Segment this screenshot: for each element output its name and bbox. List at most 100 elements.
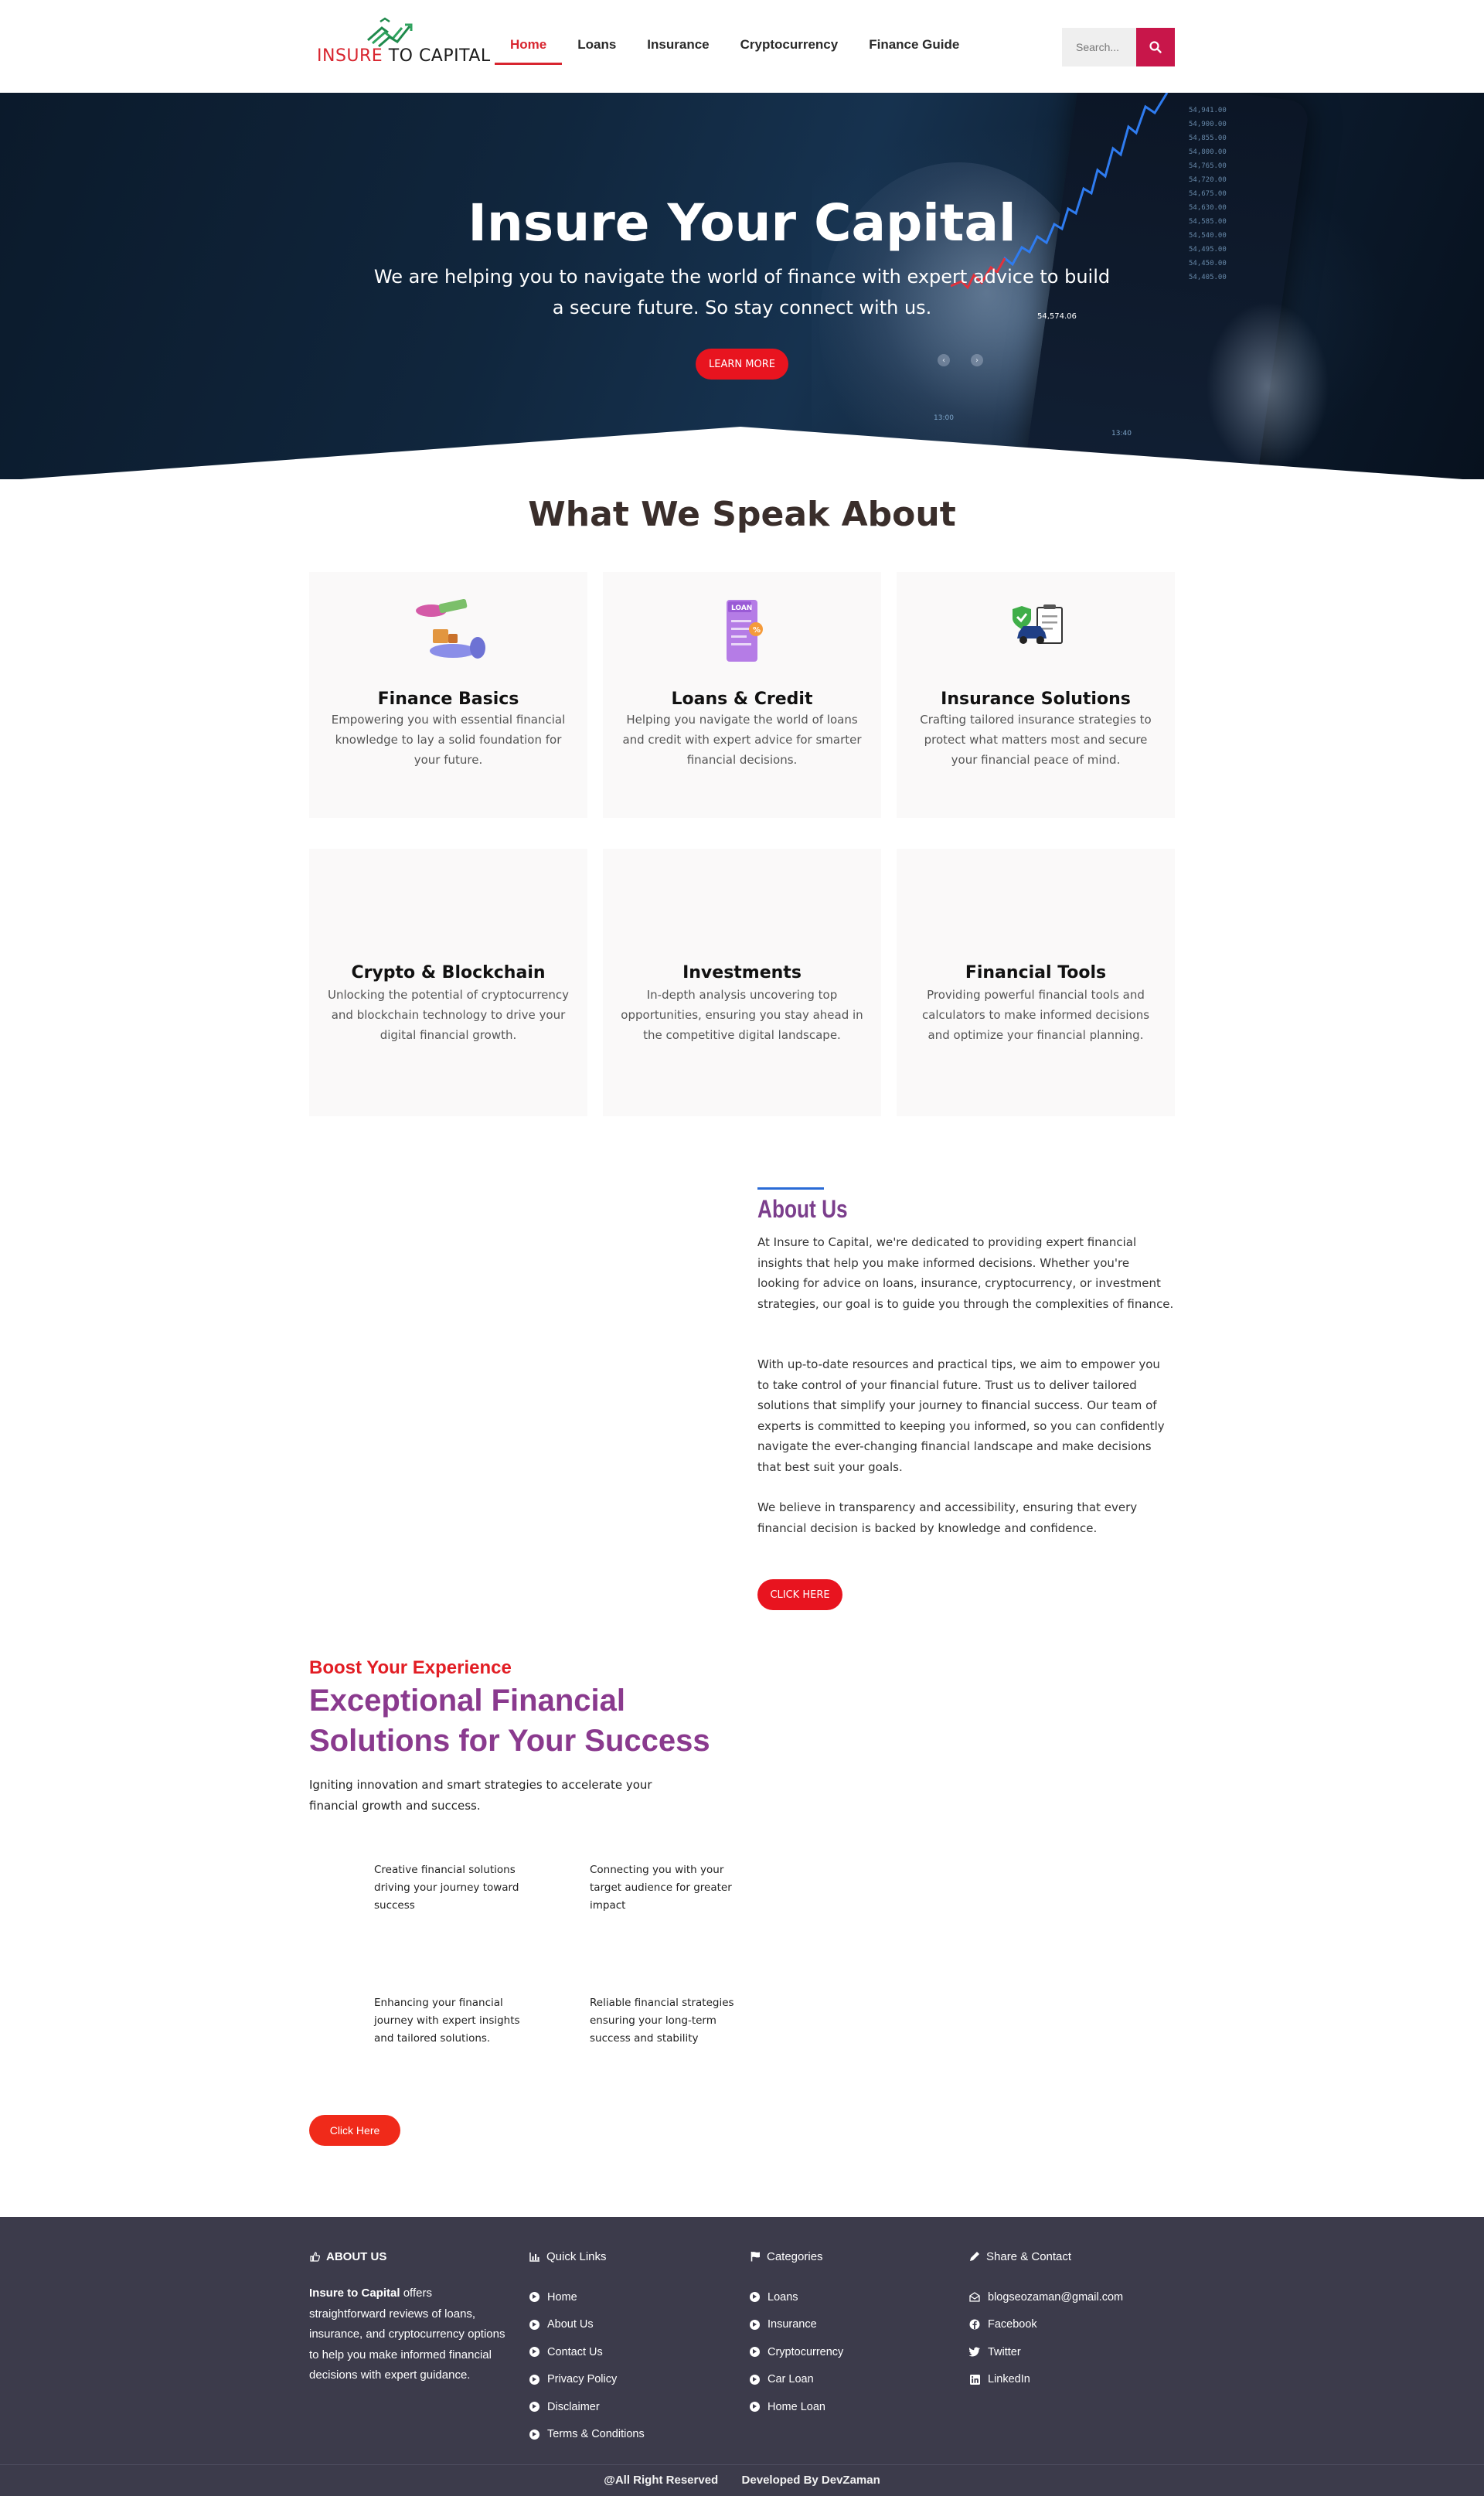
- footer-categories-column: Categories Loans Insurance Cryptocurrenc…: [750, 2249, 951, 2421]
- footer-contact-linkedin[interactable]: LinkedIn: [969, 2366, 1170, 2394]
- loan-icon-label: LOAN: [731, 604, 752, 612]
- footer-link-label: blogseozaman@gmail.com: [988, 2290, 1124, 2304]
- about-click-here-button[interactable]: CLICK HERE: [757, 1579, 842, 1610]
- site-logo[interactable]: INSURE TO CAPITAL: [315, 15, 490, 76]
- footer-brand: Insure to Capital: [309, 2287, 400, 2300]
- hero-title: Insure Your Capital: [468, 193, 1016, 253]
- footer-quick-links-heading: Quick Links: [529, 2249, 730, 2263]
- search-button[interactable]: [1136, 28, 1175, 66]
- circle-arrow-icon: [750, 2374, 760, 2385]
- footer-contact-email[interactable]: blogseozaman@gmail.com: [969, 2283, 1170, 2311]
- topic-card-financial-tools[interactable]: Financial Tools Providing powerful finan…: [897, 849, 1175, 1116]
- footer-link-label: LinkedIn: [988, 2373, 1030, 2386]
- copyright-text: @All Right Reserved: [604, 2474, 719, 2487]
- footer-category-home-loan[interactable]: Home Loan: [750, 2393, 951, 2421]
- footer-category-loans[interactable]: Loans: [750, 2283, 951, 2311]
- developer-credit: Developed By DevZaman: [741, 2474, 880, 2487]
- price-tick: 54,405.00: [1189, 274, 1227, 281]
- footer-contact-column: Share & Contact blogseozaman@gmail.com F…: [969, 2249, 1170, 2393]
- price-tick: 54,800.00: [1189, 148, 1227, 156]
- hero-subtitle: We are helping you to navigate the world…: [373, 266, 1111, 318]
- circle-arrow-icon: [750, 2347, 760, 2358]
- footer-link-label: Home: [547, 2290, 577, 2304]
- site-footer: [0, 2217, 1484, 2464]
- logo-wordmark: INSURE TO CAPITAL: [317, 46, 491, 66]
- footer-link-label: Insurance: [768, 2318, 817, 2331]
- car-insurance-icon: [1013, 604, 1063, 644]
- site-header: INSURE TO CAPITAL Home Loans Insurance C…: [0, 0, 1484, 93]
- card-description: Empowering you with essential financial …: [331, 713, 566, 767]
- footer-contact-twitter[interactable]: Twitter: [969, 2338, 1170, 2366]
- speak-section-title: What We Speak About: [528, 495, 956, 534]
- price-tick: 54,450.00: [1189, 260, 1227, 267]
- footer-categories-heading: Categories: [750, 2249, 951, 2263]
- nav-loans[interactable]: Loans: [562, 31, 631, 62]
- card-description: In-depth analysis uncovering top opportu…: [621, 988, 863, 1042]
- price-tick: 54,765.00: [1189, 162, 1227, 170]
- footer-link-label: Disclaimer: [547, 2400, 600, 2413]
- nav-finance-guide[interactable]: Finance Guide: [853, 31, 975, 62]
- nav-home[interactable]: Home: [495, 31, 563, 65]
- footer-about-column: ABOUT US Insure to Capital offers straig…: [309, 2249, 510, 2386]
- price-tick: 54,941.00: [1189, 107, 1227, 114]
- topic-card-finance-basics[interactable]: Finance Basics Empowering you with essen…: [309, 572, 587, 818]
- footer-link-label: About Us: [547, 2318, 594, 2331]
- main-nav: Home Loans Insurance Cryptocurrency Fina…: [495, 31, 975, 65]
- footer-category-car-loan[interactable]: Car Loan: [750, 2366, 951, 2394]
- price-tick: 54,720.00: [1189, 176, 1227, 184]
- footer-contact-facebook[interactable]: Facebook: [969, 2311, 1170, 2339]
- boost-title: Exceptional Financial Solutions for Your…: [309, 1684, 710, 1758]
- card-title: Crypto & Blockchain: [351, 963, 546, 982]
- footer-link-label: Privacy Policy: [547, 2373, 618, 2386]
- about-paragraph: We believe in transparency and accessibi…: [757, 1500, 1138, 1535]
- footer-link-disclaimer[interactable]: Disclaimer: [529, 2393, 730, 2421]
- feature-item: Enhancing your financial journey with ex…: [374, 1997, 520, 2045]
- card-title: Investments: [682, 963, 802, 982]
- circle-arrow-icon: [529, 2319, 539, 2330]
- price-tick: 54,855.00: [1189, 135, 1227, 142]
- learn-more-button[interactable]: LEARN MORE: [696, 349, 788, 380]
- footer-link-label: Loans: [768, 2290, 798, 2304]
- price-tick: 54,900.00: [1189, 121, 1227, 128]
- boost-subtitle: Igniting innovation and smart strategies…: [309, 1778, 652, 1813]
- topic-card-insurance-solutions[interactable]: Insurance Solutions Crafting tailored in…: [897, 572, 1175, 818]
- footer-link-label: Twitter: [988, 2345, 1021, 2358]
- footer-link-label: Contact Us: [547, 2345, 603, 2358]
- card-description: Providing powerful financial tools and c…: [921, 988, 1150, 1042]
- footer-link-privacy-policy[interactable]: Privacy Policy: [529, 2366, 730, 2394]
- footer-link-terms[interactable]: Terms & Conditions: [529, 2421, 730, 2449]
- footer-link-contact-us[interactable]: Contact Us: [529, 2338, 730, 2366]
- card-description: Helping you navigate the world of loans …: [622, 713, 862, 767]
- topic-card-investments[interactable]: Investments In-depth analysis uncovering…: [603, 849, 881, 1116]
- topic-card-crypto-blockchain[interactable]: Crypto & Blockchain Unlocking the potent…: [309, 849, 587, 1116]
- facebook-icon: [969, 2319, 980, 2330]
- footer-quick-links-column: Quick Links Home About Us Contact Us Pri…: [529, 2249, 730, 2448]
- about-title: About Us: [757, 1195, 848, 1223]
- twitter-icon: [969, 2347, 980, 2358]
- envelope-open-icon: [969, 2292, 980, 2303]
- feature-item: Creative financial solutions driving you…: [374, 1864, 519, 1912]
- card-title: Loans & Credit: [671, 690, 813, 709]
- topic-card-loans-credit[interactable]: LOAN % Loans & Credit Helping you naviga…: [603, 572, 881, 818]
- boost-click-here-button[interactable]: Click Here: [309, 2115, 400, 2146]
- linkedin-icon: [969, 2374, 980, 2385]
- circle-arrow-icon: [529, 2292, 539, 2303]
- circle-arrow-icon: [750, 2319, 760, 2330]
- svg-text:%: %: [753, 626, 761, 635]
- bar-chart-icon: [529, 2251, 540, 2262]
- footer-link-home[interactable]: Home: [529, 2283, 730, 2311]
- footer-link-label: Terms & Conditions: [547, 2428, 645, 2441]
- footer-link-label: Car Loan: [768, 2373, 814, 2386]
- money-hands-icon: [416, 598, 485, 659]
- boost-kicker: Boost Your Experience: [309, 1657, 512, 1678]
- nav-insurance[interactable]: Insurance: [631, 31, 724, 62]
- slider-prev-button[interactable]: ‹: [938, 354, 950, 366]
- footer-copyright-bar: @All Right Reserved Developed By DevZama…: [0, 2464, 1484, 2496]
- footer-category-insurance[interactable]: Insurance: [750, 2311, 951, 2339]
- footer-category-cryptocurrency[interactable]: Cryptocurrency: [750, 2338, 951, 2366]
- footer-link-about-us[interactable]: About Us: [529, 2311, 730, 2339]
- nav-cryptocurrency[interactable]: Cryptocurrency: [725, 31, 854, 62]
- slider-next-button[interactable]: ›: [971, 354, 983, 366]
- circle-arrow-icon: [529, 2429, 539, 2440]
- logo-house-icon: [367, 17, 413, 48]
